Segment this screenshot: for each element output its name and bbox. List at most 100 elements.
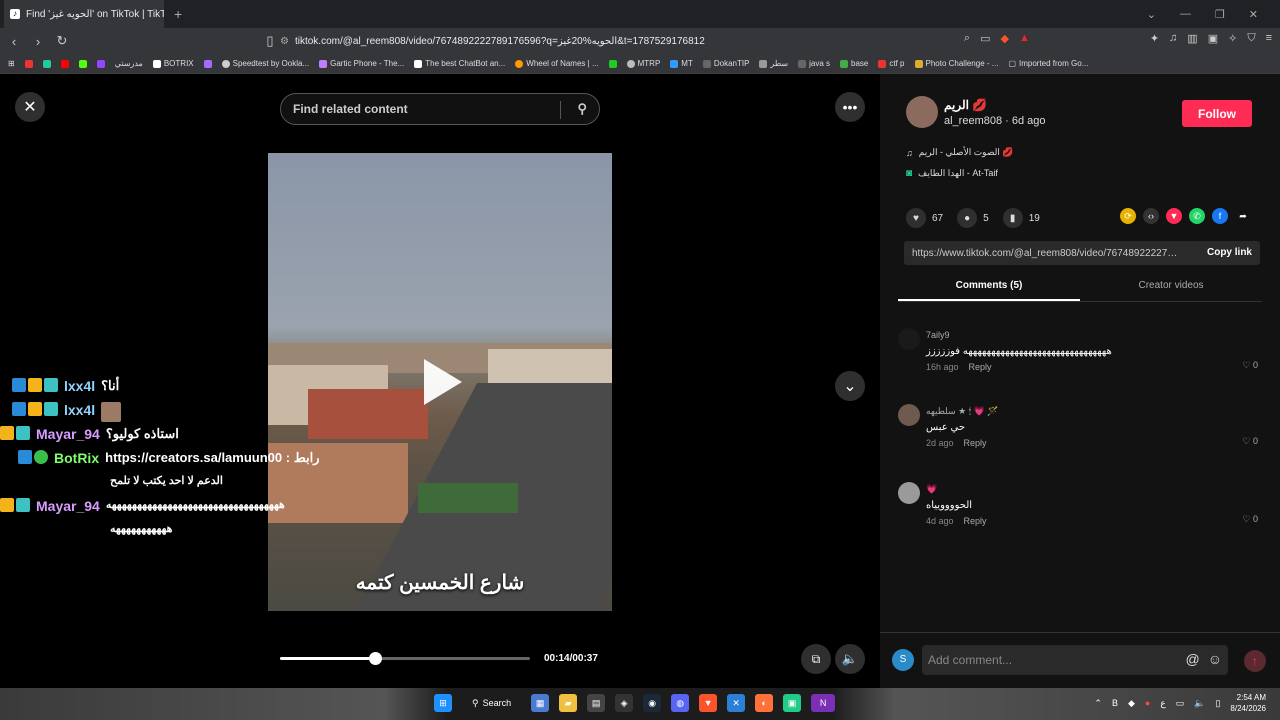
comment-like[interactable]: ♡ 0 <box>1242 360 1258 371</box>
menu-icon[interactable]: ≡ <box>1266 32 1272 45</box>
progress-bar[interactable] <box>280 652 530 665</box>
commenter-name[interactable]: سلطيهه ★ 🕯 💗 🪄 <box>926 406 999 417</box>
search-input[interactable]: Find related content ⚲ <box>280 93 600 125</box>
bookmark-item[interactable]: مدرستي <box>115 59 143 68</box>
embed-icon[interactable]: ‹› <box>1143 208 1159 224</box>
file-explorer-icon[interactable]: ▰ <box>559 694 578 712</box>
leo-icon[interactable]: ✧ <box>1228 32 1237 45</box>
forward-icon[interactable]: › <box>28 34 48 49</box>
bookmark-item[interactable]: Speedtest by Ookla... <box>221 59 309 68</box>
kick-app-icon[interactable]: N <box>811 694 836 712</box>
tab-search-icon[interactable]: ⌄ <box>1147 8 1156 21</box>
bookmark-item[interactable]: The best ChatBot an... <box>414 59 505 68</box>
send-icon[interactable]: ▼ <box>1166 208 1182 224</box>
brave-icon[interactable]: ▼ <box>699 694 718 712</box>
mic-icon[interactable]: ● <box>1145 698 1150 708</box>
comment-stat[interactable]: ● 5 <box>957 208 989 228</box>
close-icon[interactable]: ✕ <box>15 92 45 122</box>
follow-button[interactable]: Follow <box>1182 100 1252 127</box>
emoji-icon[interactable]: ☺ <box>1208 651 1222 667</box>
wallet-icon[interactable]: ▣ <box>1208 32 1218 45</box>
url-bar[interactable]: ⚙ tiktok.com/@al_reem808/video/767489222… <box>280 32 1000 50</box>
commenter-avatar[interactable] <box>898 328 920 350</box>
new-tab-button[interactable]: + <box>174 6 182 22</box>
share-link-text[interactable]: https://www.tiktok.com/@al_reem808/video… <box>912 248 1182 259</box>
play-icon[interactable] <box>424 359 462 405</box>
cast-icon[interactable]: ▭ <box>980 32 990 45</box>
save-stat[interactable]: ▮ 19 <box>1002 208 1040 228</box>
bookmark-item[interactable]: Wheel of Names | ... <box>515 59 599 68</box>
windows-start-icon[interactable]: ⊞ <box>434 694 452 712</box>
site-info-icon[interactable]: ⚙ <box>280 36 289 47</box>
sidebar-icon[interactable]: ▥ <box>1187 32 1197 45</box>
media-icon[interactable]: ♫ <box>1169 32 1177 45</box>
creator-avatar[interactable] <box>906 96 938 128</box>
bookmark-icon-only[interactable] <box>203 59 212 68</box>
comment-input[interactable]: Add comment... @ ☺ <box>922 645 1228 675</box>
language-indicator[interactable]: ع <box>1160 698 1165 709</box>
bookmark-item[interactable]: Photo Challenge - ... <box>914 59 998 68</box>
bookmark-icon-only[interactable] <box>24 59 33 68</box>
network-icon[interactable]: ▭ <box>1176 698 1185 709</box>
pip-icon[interactable]: ⧉ <box>801 644 831 674</box>
commenter-avatar[interactable] <box>898 404 920 426</box>
tray-chevron-icon[interactable]: ⌃ <box>1094 698 1102 709</box>
more-icon[interactable]: ••• <box>835 92 865 122</box>
like-stat[interactable]: ♥ 67 <box>906 208 943 228</box>
tab-comments[interactable]: Comments (5) <box>898 274 1080 301</box>
progress-knob[interactable] <box>369 652 382 665</box>
task-view-icon[interactable]: ▦ <box>531 694 550 712</box>
steam-icon[interactable]: ◉ <box>643 694 662 712</box>
volume-icon[interactable]: 🔈 <box>835 644 865 674</box>
app-icon[interactable]: ▤ <box>587 694 606 712</box>
bookmark-item[interactable]: Gartic Phone - The... <box>319 59 404 68</box>
app-icon[interactable]: ▣ <box>783 694 802 712</box>
bookmark-icon-only[interactable] <box>608 59 617 68</box>
facebook-icon[interactable]: f <box>1212 208 1228 224</box>
reply-button[interactable]: Reply <box>964 516 987 526</box>
maximize-icon[interactable]: ❐ <box>1215 8 1225 21</box>
bookmark-item[interactable]: base <box>840 59 868 68</box>
back-icon[interactable]: ‹ <box>4 34 24 49</box>
twitch-bookmark-icon[interactable] <box>96 59 105 68</box>
firefox-icon[interactable]: ◐ <box>755 694 774 712</box>
vpn-icon[interactable]: ⛉ <box>1247 32 1255 45</box>
bookmark-item[interactable]: DokanTIP <box>702 59 749 68</box>
taskbar-search[interactable]: ⚲ Search <box>472 698 511 709</box>
copy-link-button[interactable]: Copy link <box>1207 247 1252 258</box>
bookmark-item[interactable]: java s <box>798 59 830 68</box>
bookmark-item[interactable]: BOTRIX <box>152 59 194 68</box>
kick-bookmark-icon[interactable] <box>78 59 87 68</box>
brave-shield-icon[interactable]: ◆ <box>1000 32 1008 45</box>
minimize-icon[interactable]: — <box>1180 8 1191 20</box>
extensions-icon[interactable]: ✦ <box>1150 32 1159 45</box>
tray-app-icon[interactable]: B <box>1112 698 1118 708</box>
comment-like[interactable]: ♡ 0 <box>1242 514 1258 525</box>
comment-like[interactable]: ♡ 0 <box>1242 436 1258 447</box>
search-icon[interactable]: ⚲ <box>577 101 587 117</box>
commenter-name[interactable]: 💗 <box>926 484 937 495</box>
commenter-name[interactable]: 7aily9 <box>926 330 950 340</box>
location-line[interactable]: ◙ الهدا الطايف - At-Taif <box>906 168 998 179</box>
user-avatar[interactable]: S <box>892 649 914 671</box>
browser-tab[interactable]: ♪ Find 'الحويه غيز' on TikTok | TikTok ✕ <box>4 0 164 28</box>
close-window-icon[interactable]: ✕ <box>1249 8 1258 21</box>
apps-icon[interactable]: ⊞ <box>8 59 15 68</box>
zoom-icon[interactable]: ⌕ <box>964 32 970 45</box>
reply-button[interactable]: Reply <box>964 438 987 448</box>
tray-app-icon[interactable]: ◆ <box>1128 698 1135 709</box>
youtube-bookmark-icon[interactable] <box>60 59 69 68</box>
music-line[interactable]: ♫ الصوت الأصلي - الريم 💋 <box>906 147 1014 158</box>
bookmark-item[interactable]: ctf p <box>878 59 905 68</box>
tab-creator-videos[interactable]: Creator videos <box>1080 274 1262 301</box>
commenter-avatar[interactable] <box>898 482 920 504</box>
mention-icon[interactable]: @ <box>1185 651 1199 667</box>
battery-icon[interactable]: ▯ <box>1215 698 1220 709</box>
app-icon[interactable]: ◈ <box>615 694 634 712</box>
discord-icon[interactable]: ◍ <box>671 694 690 712</box>
bookmark-item[interactable]: MTRP <box>626 59 660 68</box>
chevron-down-icon[interactable]: ⌄ <box>835 371 865 401</box>
whatsapp-icon[interactable]: ✆ <box>1189 208 1205 224</box>
reply-button[interactable]: Reply <box>969 362 992 372</box>
share-arrow-icon[interactable]: ➦ <box>1235 208 1251 224</box>
